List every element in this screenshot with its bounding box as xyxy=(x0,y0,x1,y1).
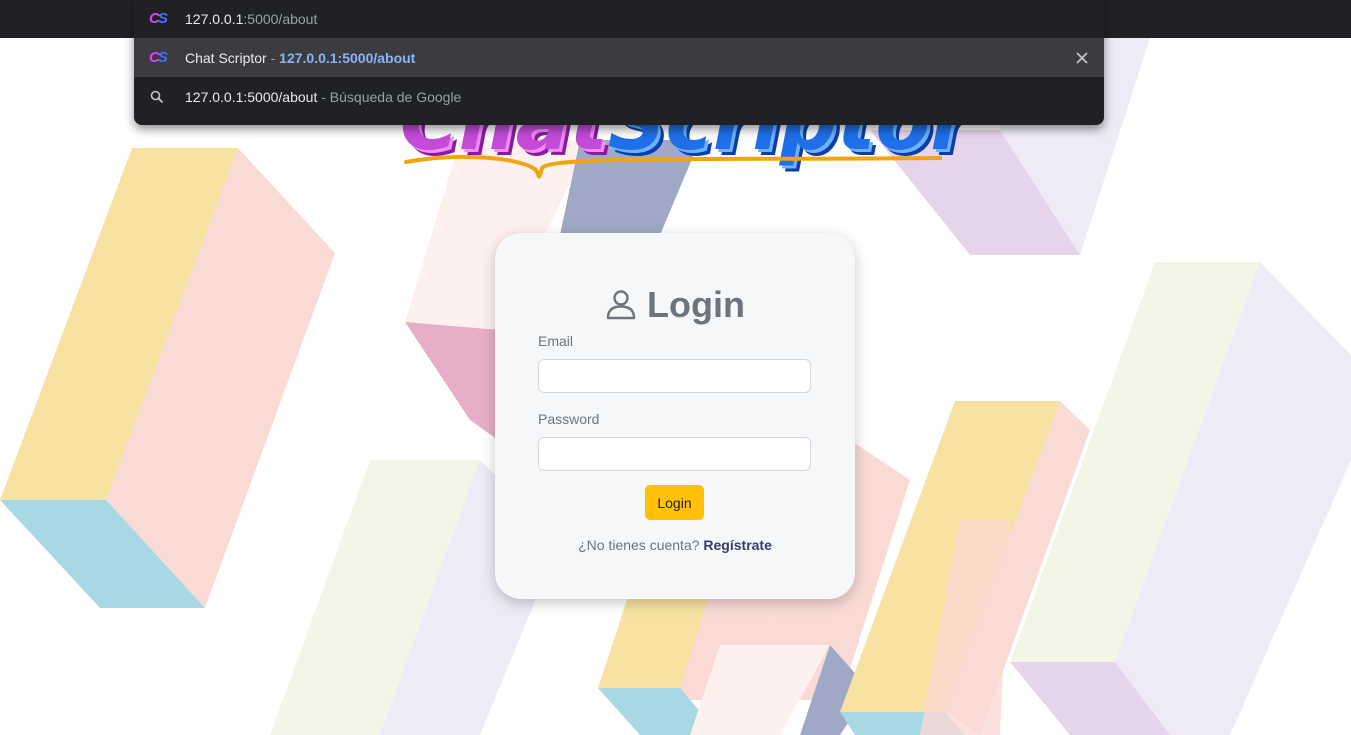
suggestion-separator: - xyxy=(317,88,330,105)
register-prompt-text: ¿No tienes cuenta? xyxy=(578,537,700,553)
email-label: Email xyxy=(538,333,574,349)
omnibox-suggestion-history[interactable]: CS Chat Scriptor - 127.0.0.1:5000/about xyxy=(134,38,1104,77)
suggestion-url: 127.0.0.1:5000/about xyxy=(279,49,416,66)
suggestion-separator: - xyxy=(266,49,280,66)
login-card: Login Email Password Login ¿No tienes cu… xyxy=(495,233,855,599)
suggestion-query: 127.0.0.1:5000/about xyxy=(185,88,318,105)
suggestion-text: Chat Scriptor - 127.0.0.1:5000/about xyxy=(185,50,415,66)
omnibox-suggestion-search[interactable]: 127.0.0.1:5000/about - Búsqueda de Googl… xyxy=(134,77,1104,116)
register-link[interactable]: Regístrate xyxy=(703,537,771,553)
site-favicon-icon: CS xyxy=(149,48,168,66)
omnibox-input[interactable]: CS 127.0.0.1:5000/about xyxy=(134,0,1104,38)
url-path: :5000/about xyxy=(243,11,318,27)
password-field[interactable] xyxy=(538,437,811,471)
omnibox-dropdown: CS 127.0.0.1:5000/about CS Chat Scriptor… xyxy=(134,0,1104,125)
logo-underline-swoosh xyxy=(404,154,942,179)
register-prompt: ¿No tienes cuenta? Regístrate xyxy=(495,537,855,553)
user-icon xyxy=(606,290,636,320)
password-label: Password xyxy=(538,411,600,427)
search-icon xyxy=(150,90,164,104)
suggestion-title: Chat Scriptor xyxy=(185,49,267,66)
email-field[interactable] xyxy=(538,359,811,393)
login-title-text: Login xyxy=(647,284,745,325)
url-host: 127.0.0.1 xyxy=(185,11,244,27)
login-heading: Login xyxy=(495,283,855,327)
remove-suggestion-close-icon[interactable] xyxy=(1074,50,1090,66)
login-button[interactable]: Login xyxy=(645,485,704,520)
suggestion-description: Búsqueda de Google xyxy=(329,88,462,105)
suggestion-text: 127.0.0.1:5000/about - Búsqueda de Googl… xyxy=(185,89,461,105)
omnibox-url-text[interactable]: 127.0.0.1:5000/about xyxy=(185,11,317,27)
site-favicon-icon: CS xyxy=(149,10,168,27)
